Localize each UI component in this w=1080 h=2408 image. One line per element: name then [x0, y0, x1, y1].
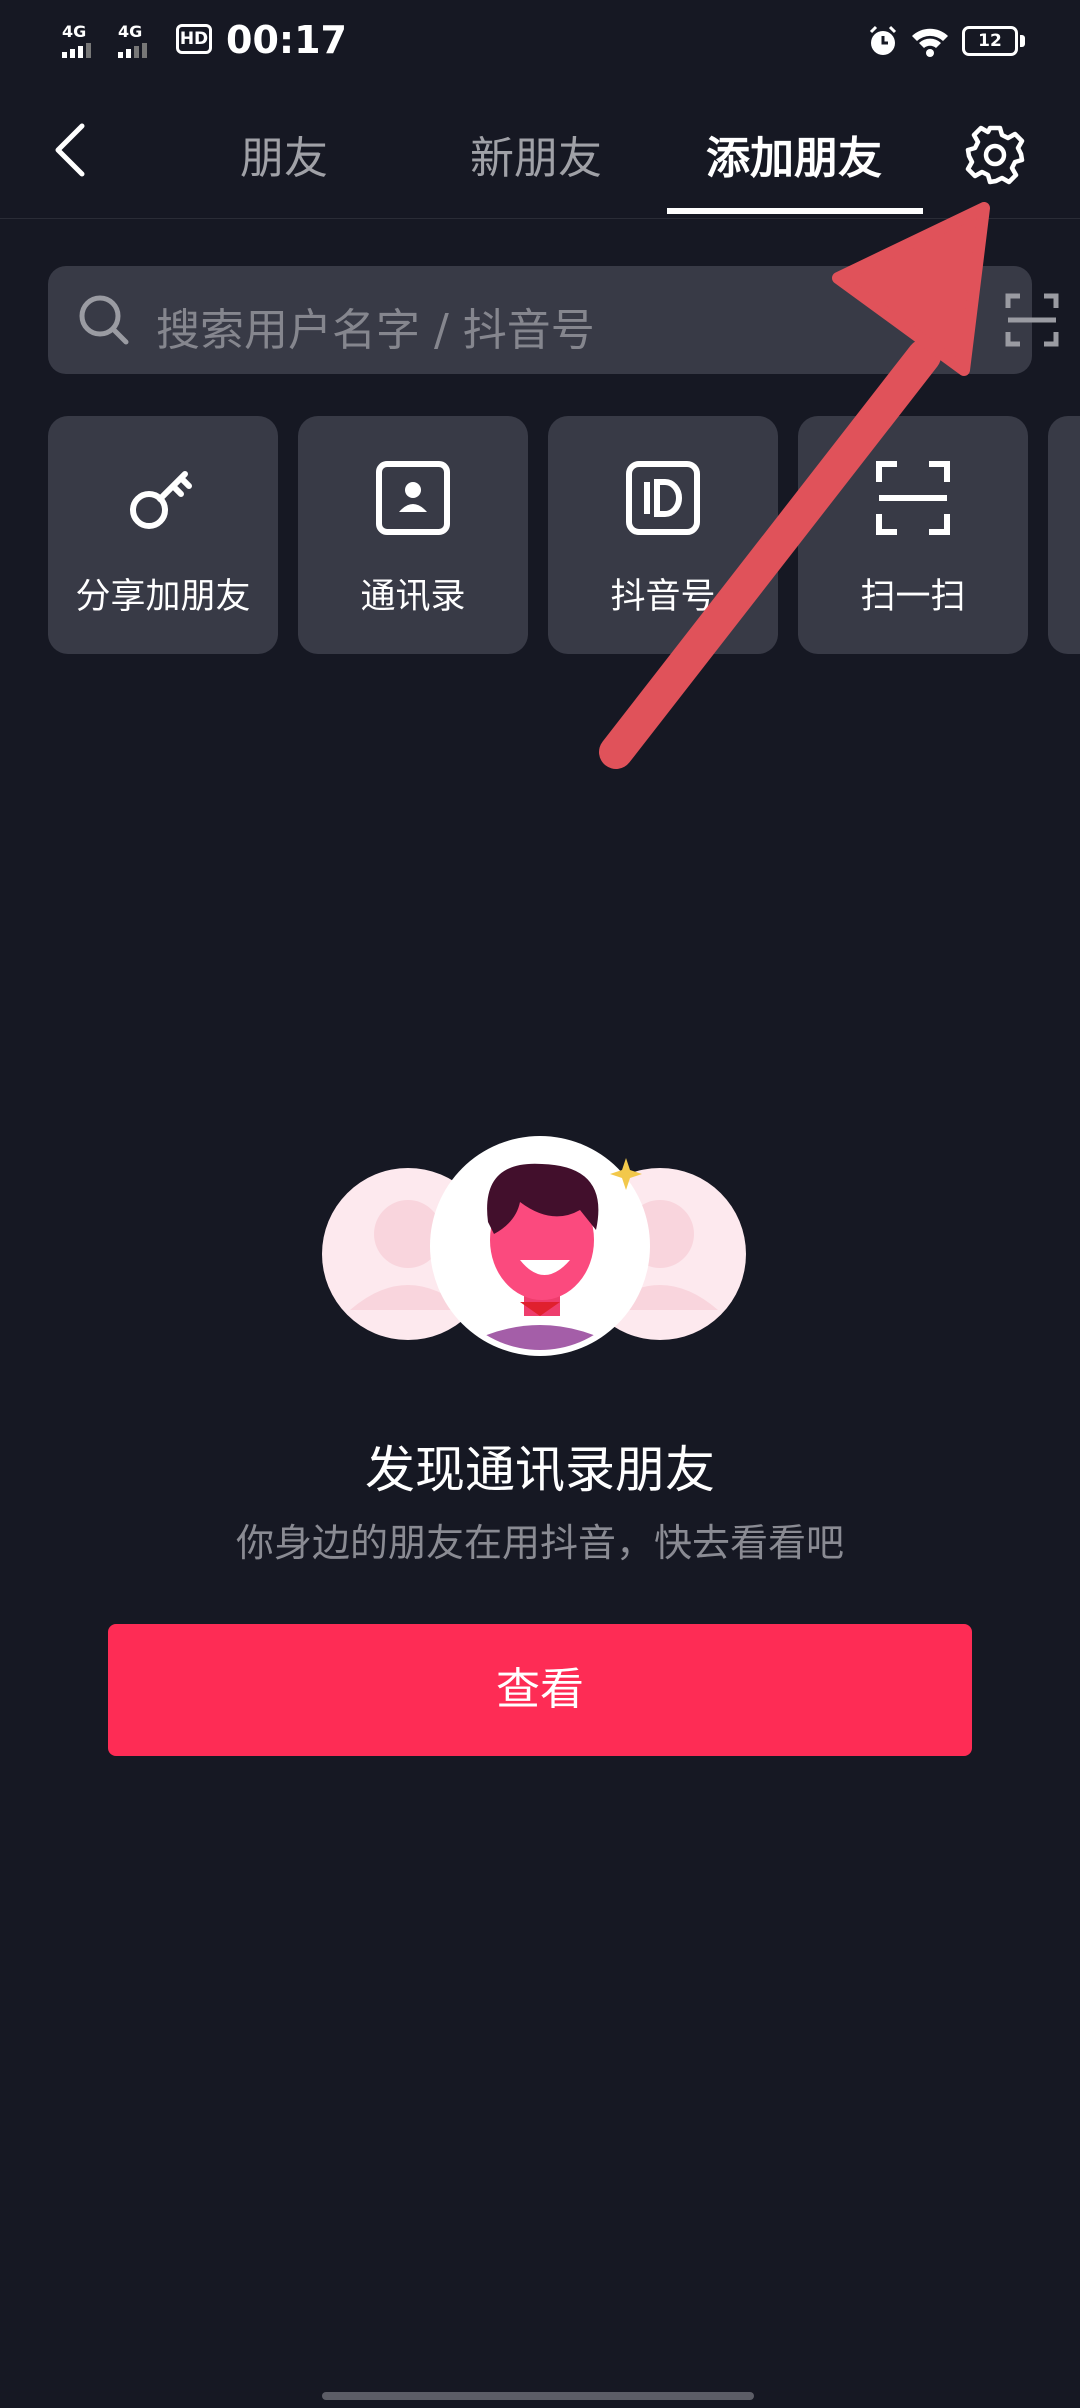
top-nav: 朋友 新朋友 添加朋友 — [0, 90, 1080, 219]
battery-icon: 12 — [962, 26, 1018, 56]
network-type-1: 4G — [62, 22, 87, 41]
cellular-signal-2: 4G — [118, 22, 147, 58]
scan-label: 扫一扫 — [860, 577, 966, 617]
tab-friends[interactable]: 朋友 — [240, 122, 328, 186]
tab-new-friends[interactable]: 新朋友 — [470, 122, 602, 186]
search-icon — [79, 295, 129, 345]
contacts-label: 通讯录 — [360, 577, 466, 617]
id-icon — [626, 461, 700, 535]
empty-state-subtitle: 你身边的朋友在用抖音，快去看看吧 — [235, 1521, 844, 1565]
alarm-icon — [869, 25, 897, 55]
back-arrow-icon[interactable] — [44, 120, 104, 180]
clock: 00:17 — [226, 18, 347, 62]
empty-state-title: 发现通讯录朋友 — [365, 1441, 715, 1499]
douyin-id-label: 抖音号 — [610, 577, 716, 617]
settings-gear-icon[interactable] — [960, 120, 1030, 190]
tab-add-friends[interactable]: 添加朋友 — [706, 122, 882, 186]
share-add-friend-card[interactable]: 分享加朋友 — [48, 416, 278, 654]
battery-level: 12 — [978, 31, 1002, 51]
view-contacts-button[interactable]: 查看 — [108, 1624, 972, 1756]
battery-tip — [1020, 35, 1025, 47]
more-actions-card-partial[interactable] — [1048, 416, 1080, 654]
active-tab-indicator — [667, 208, 923, 214]
wifi-icon — [912, 28, 948, 57]
search-input[interactable]: 搜索用户名字 / 抖音号 — [156, 294, 595, 358]
home-indicator — [322, 2392, 754, 2400]
search-bar[interactable]: 搜索用户名字 / 抖音号 — [48, 266, 1059, 374]
network-type-2: 4G — [118, 22, 143, 41]
contact-card-icon — [376, 461, 450, 535]
scan-qr-icon[interactable] — [1004, 290, 1060, 350]
key-icon — [130, 471, 192, 529]
status-bar: 4G 4G HD 00:17 12 — [0, 0, 1080, 80]
share-add-friend-label: 分享加朋友 — [75, 577, 251, 617]
scan-icon — [876, 461, 950, 535]
friends-illustration — [322, 1136, 746, 1356]
douyin-id-card[interactable]: 抖音号 — [548, 416, 778, 654]
cellular-signal-1: 4G — [62, 22, 91, 58]
contacts-card[interactable]: 通讯录 — [298, 416, 528, 654]
scan-card[interactable]: 扫一扫 — [798, 416, 1028, 654]
hd-voice-icon: HD — [176, 24, 212, 54]
